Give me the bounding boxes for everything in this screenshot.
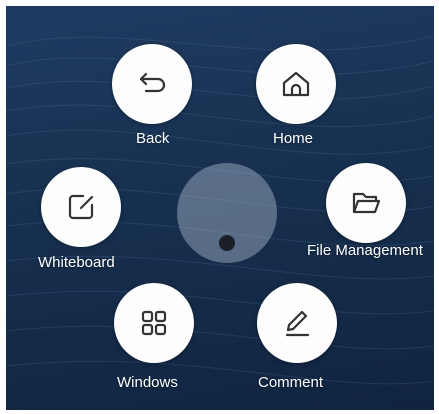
back-label[interactable]: Back (136, 130, 169, 147)
back-arrow-icon (139, 72, 166, 93)
windows-label[interactable]: Windows (117, 374, 178, 391)
home-icon (282, 71, 310, 97)
comment-label[interactable]: Comment (258, 374, 323, 391)
file-management-label[interactable]: File Management (307, 242, 423, 259)
file-management-button[interactable] (326, 163, 406, 243)
drag-handle-dot (219, 235, 235, 251)
pen-icon (285, 310, 310, 337)
drag-handle[interactable] (177, 163, 277, 263)
folder-icon (352, 192, 381, 214)
home-button[interactable] (256, 44, 336, 124)
whiteboard-icon (68, 194, 94, 220)
windows-button[interactable] (114, 283, 194, 363)
whiteboard-label[interactable]: Whiteboard (38, 254, 115, 271)
back-button[interactable] (112, 44, 192, 124)
windows-grid-icon (141, 310, 167, 336)
comment-button[interactable] (257, 283, 337, 363)
home-label[interactable]: Home (273, 130, 313, 147)
whiteboard-button[interactable] (41, 167, 121, 247)
floating-menu-overlay: Back Home Whiteboard File Management Win… (6, 6, 434, 410)
